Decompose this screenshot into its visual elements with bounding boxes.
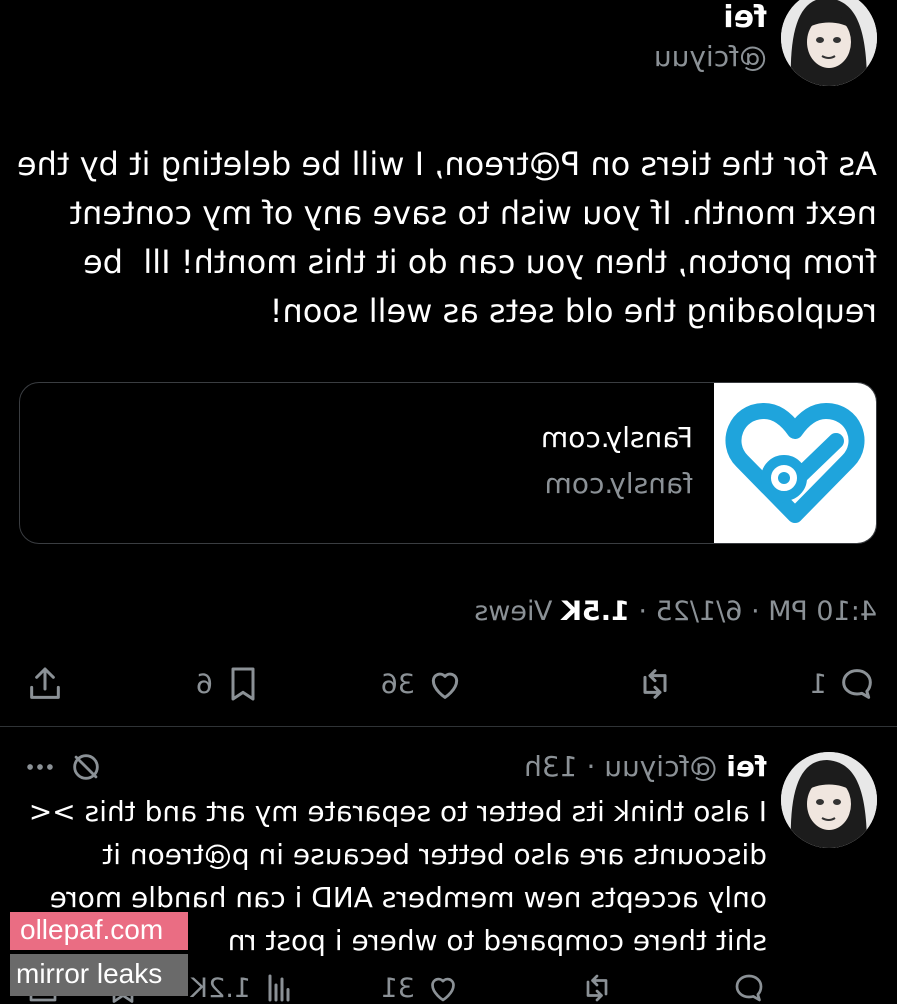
like-icon xyxy=(431,977,455,1002)
link-domain: fansly.com xyxy=(544,467,693,500)
author-name[interactable]: fei xyxy=(726,750,767,783)
watermark-caption: mirror leaks xyxy=(10,954,188,996)
grok-button[interactable] xyxy=(69,750,103,784)
repost-icon xyxy=(586,974,608,1002)
views-count: 1.5K xyxy=(561,596,630,627)
mirrored-screen: fei @fciyuu As for the tiers on P@treon,… xyxy=(0,0,897,1004)
avatar[interactable] xyxy=(781,752,877,848)
divider xyxy=(0,726,897,727)
like-count: 31 xyxy=(380,972,415,1004)
views-button[interactable]: 1.2K xyxy=(190,970,297,1004)
reply-icon xyxy=(735,974,763,1002)
reply-count: 1 xyxy=(809,668,827,700)
views-icon xyxy=(268,974,290,1002)
author-handle[interactable]: @fciyuu xyxy=(654,40,767,73)
post-timestamp[interactable]: 4:10 PM · 6/1/25 · xyxy=(638,596,877,627)
fansly-logo xyxy=(714,383,876,543)
repost-button[interactable] xyxy=(635,664,675,704)
watermark-site: ollepaf.com xyxy=(10,912,188,950)
views-label: Views xyxy=(474,596,553,627)
post-meta: 4:10 PM · 6/1/25 · 1.5K Views xyxy=(474,596,877,627)
avatar[interactable] xyxy=(781,0,877,86)
like-icon xyxy=(431,672,459,699)
more-icon xyxy=(27,764,53,770)
like-button[interactable]: 36 xyxy=(381,664,465,704)
bookmark-button[interactable]: 6 xyxy=(196,664,263,704)
link-title: Fansly.com xyxy=(540,421,693,454)
bookmark-count: 6 xyxy=(195,668,213,700)
reply-button[interactable] xyxy=(731,970,767,1004)
link-card[interactable]: Fansly.com fansly.com xyxy=(19,382,877,544)
more-button[interactable] xyxy=(23,750,57,784)
repost-icon xyxy=(643,669,667,699)
views-count: 1.2K xyxy=(190,972,251,1004)
watermark: ollepaf.com mirror leaks xyxy=(10,912,188,996)
bookmark-icon xyxy=(231,667,255,701)
repost-button[interactable] xyxy=(579,970,615,1004)
like-count: 36 xyxy=(380,668,415,700)
like-button[interactable]: 31 xyxy=(381,970,461,1004)
author-handle[interactable]: @fciyuu · 13h xyxy=(524,750,717,783)
post-header: fei @fciyuu · 13h xyxy=(524,750,767,783)
author-name[interactable]: fei xyxy=(723,0,767,35)
share-button[interactable] xyxy=(25,664,65,704)
share-icon xyxy=(30,667,60,699)
grok-icon xyxy=(73,754,99,780)
reply-button[interactable]: 1 xyxy=(810,664,877,704)
post-text: As for the tiers on P@treon, I will be d… xyxy=(16,145,877,330)
reply-icon xyxy=(842,669,872,699)
